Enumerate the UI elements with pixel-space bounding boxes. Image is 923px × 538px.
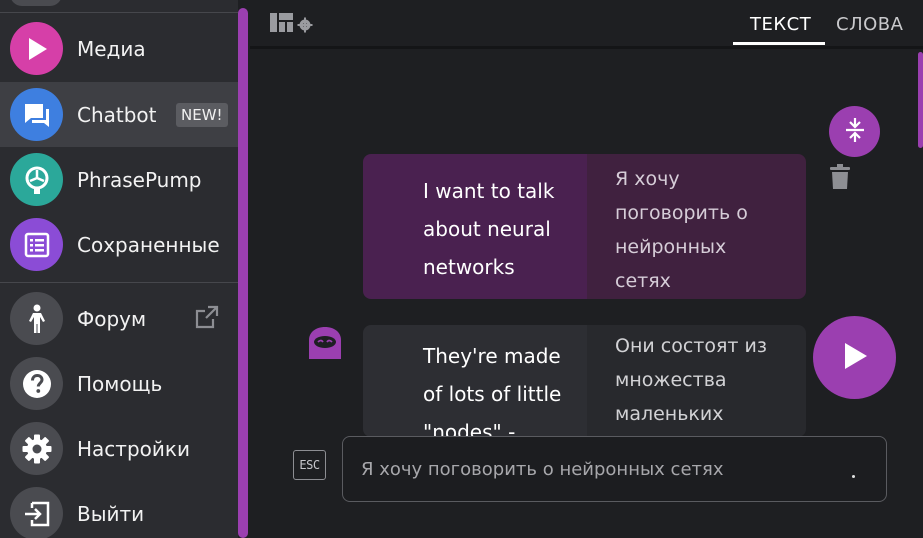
- bot-message[interactable]: They're made of lots of little "nodes" -…: [363, 325, 806, 437]
- sidebar-item-label: PhrasePump: [77, 167, 202, 192]
- sidebar-item-label: Сохраненные: [77, 232, 220, 257]
- user-message[interactable]: I want to talk about neural networks Я х…: [363, 154, 806, 299]
- collapsed-item[interactable]: [10, 0, 62, 6]
- gear-icon: [10, 422, 63, 475]
- play-icon: [10, 22, 63, 75]
- message-source-text: They're made of lots of little "nodes" -: [363, 325, 587, 437]
- sidebar-item-label: Помощь: [77, 371, 163, 396]
- tab-text[interactable]: ТЕКСТ: [750, 14, 811, 35]
- sidebar-item-logout[interactable]: Выйти: [0, 481, 238, 538]
- help-icon: [10, 357, 63, 410]
- trash-icon[interactable]: [829, 164, 851, 194]
- tab-words[interactable]: СЛОВА: [836, 14, 903, 35]
- sidebar-item-label: Форум: [77, 306, 147, 331]
- bot-avatar-icon: [306, 326, 344, 364]
- cursor-dot: [852, 475, 855, 478]
- active-tab-indicator: [733, 42, 825, 45]
- divider: [250, 46, 923, 49]
- sidebar-item-label: Chatbot: [77, 102, 157, 127]
- play-audio-button[interactable]: [813, 316, 896, 399]
- sidebar-item-phrasepump[interactable]: PhrasePump: [0, 147, 238, 212]
- esc-key-hint[interactable]: ESC: [293, 450, 326, 480]
- message-translation-text: Я хочу поговорить о нейронных сетях: [587, 154, 806, 299]
- sidebar-item-help[interactable]: Помощь: [0, 351, 238, 416]
- sidebar: Медиа Chatbot NEW! PhrasePump Сохраненны…: [0, 0, 238, 538]
- message-input[interactable]: [361, 437, 841, 501]
- collapse-button[interactable]: [829, 106, 880, 157]
- sidebar-item-chatbot[interactable]: Chatbot NEW!: [0, 82, 238, 147]
- external-link-icon[interactable]: [194, 304, 220, 334]
- play-icon: [841, 341, 869, 375]
- sidebar-item-label: Медиа: [77, 36, 146, 61]
- person-icon: [10, 292, 63, 345]
- chat-icon: [10, 88, 63, 141]
- list-icon: [10, 218, 63, 271]
- sidebar-item-forum[interactable]: Форум: [0, 286, 238, 351]
- message-input-box[interactable]: [342, 436, 887, 502]
- app-window: Медиа Chatbot NEW! PhrasePump Сохраненны…: [0, 0, 923, 538]
- sidebar-item-settings[interactable]: Настройки: [0, 416, 238, 481]
- collapse-icon: [843, 117, 867, 147]
- new-badge: NEW!: [176, 102, 228, 127]
- top-bar: ТЕКСТ СЛОВА: [250, 0, 923, 46]
- layout-settings-icon[interactable]: [270, 13, 314, 37]
- sidebar-scrollbar[interactable]: [238, 8, 248, 538]
- sidebar-item-label: Настройки: [77, 436, 190, 461]
- message-source-text: I want to talk about neural networks: [363, 154, 587, 299]
- sidebar-item-label: Выйти: [77, 501, 145, 526]
- sidebar-item-saved[interactable]: Сохраненные: [0, 212, 238, 277]
- message-translation-text: Они состоят из множества маленьких: [587, 325, 806, 437]
- logout-icon: [10, 487, 63, 538]
- pump-icon: [10, 153, 63, 206]
- main-scrollbar[interactable]: [918, 52, 923, 148]
- divider: [0, 282, 238, 283]
- divider: [0, 12, 238, 13]
- sidebar-item-media[interactable]: Медиа: [0, 16, 238, 81]
